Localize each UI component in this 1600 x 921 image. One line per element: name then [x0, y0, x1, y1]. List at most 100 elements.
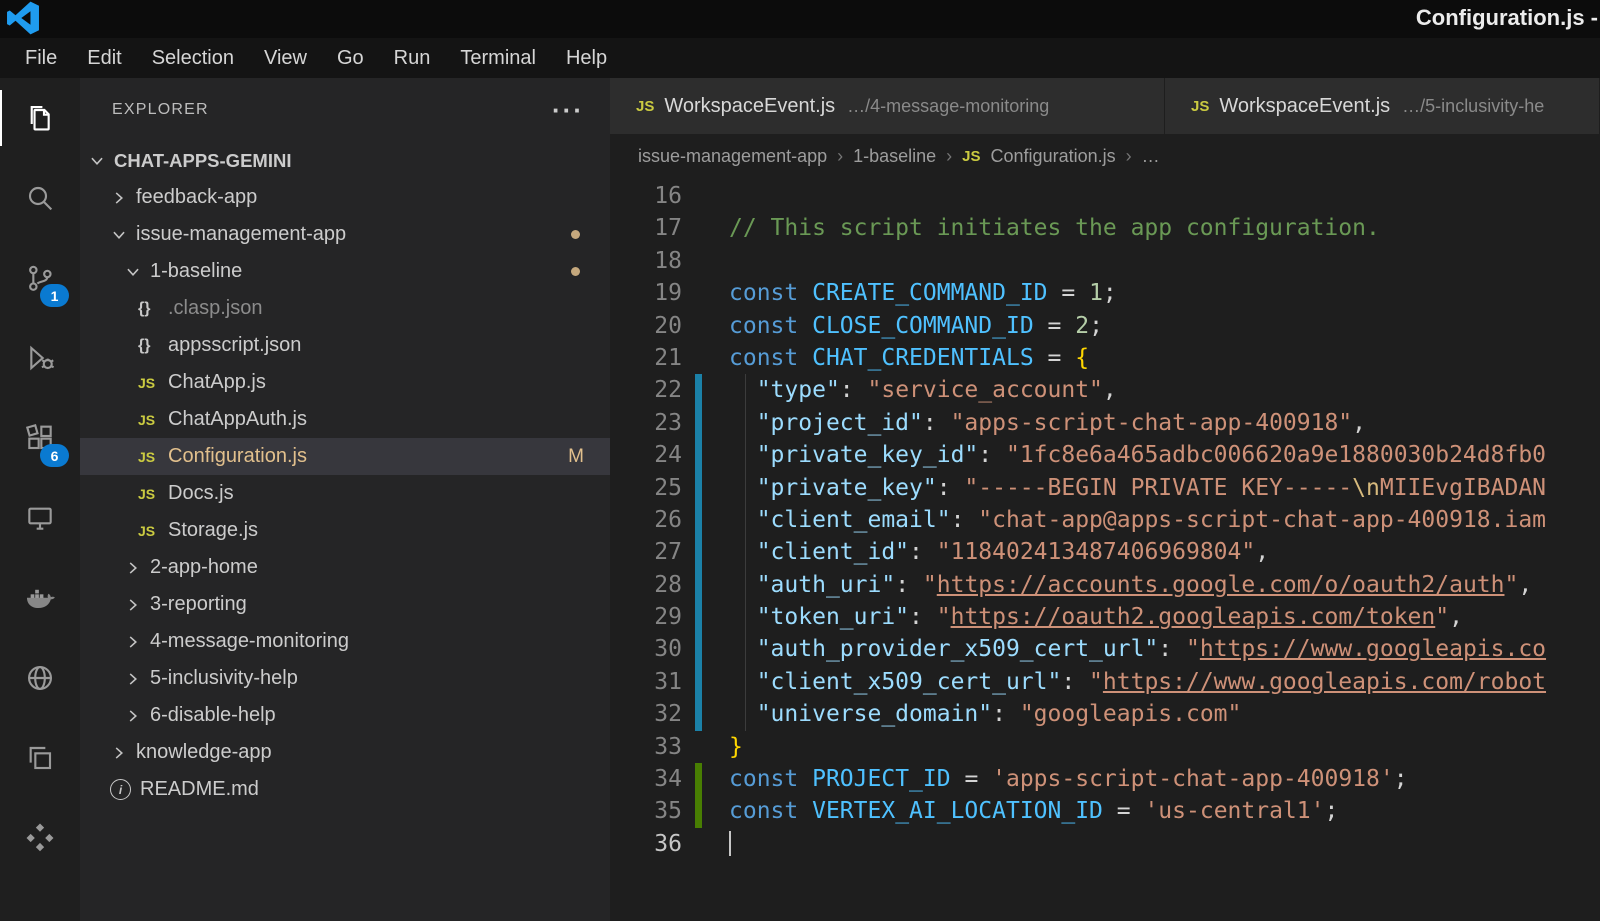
- code-line-18[interactable]: 18: [610, 245, 1600, 277]
- code-line-19[interactable]: 19const CREATE_COMMAND_ID = 1;: [610, 277, 1600, 309]
- code-line-34[interactable]: 34const PROJECT_ID = 'apps-script-chat-a…: [610, 763, 1600, 795]
- activity-search[interactable]: [0, 158, 80, 238]
- tree-item-4-message-monitoring[interactable]: 4-message-monitoring: [80, 623, 610, 660]
- code-line-20[interactable]: 20const CLOSE_COMMAND_ID = 2;: [610, 310, 1600, 342]
- tab-description: …/4-message-monitoring: [847, 96, 1049, 117]
- code-line-27[interactable]: 27 "client_id": "118402413487406969804",: [610, 536, 1600, 568]
- js-file-icon: JS: [636, 98, 654, 115]
- code-token: ": [1435, 604, 1449, 630]
- code-token: CREATE_COMMAND_ID: [812, 280, 1047, 306]
- js-file-icon: JS: [138, 523, 155, 539]
- tree-item-configuration.js[interactable]: JSConfiguration.jsM: [80, 438, 610, 475]
- tree-item-2-app-home[interactable]: 2-app-home: [80, 549, 610, 586]
- breadcrumb-configuration.js[interactable]: JSConfiguration.js: [962, 146, 1115, 167]
- tree-item-5-inclusivity-help[interactable]: 5-inclusivity-help: [80, 660, 610, 697]
- tree-item-6-disable-help[interactable]: 6-disable-help: [80, 697, 610, 734]
- breadcrumb-label: issue-management-app: [638, 146, 827, 167]
- tree-item-readme.md[interactable]: iREADME.md: [80, 771, 610, 808]
- tab-description: …/5-inclusivity-he: [1402, 96, 1544, 117]
- tree-item-.clasp.json[interactable]: {}.clasp.json: [80, 290, 610, 327]
- menu-selection[interactable]: Selection: [137, 38, 249, 78]
- code-line-22[interactable]: 22 "type": "service_account",: [610, 374, 1600, 406]
- chevron-right-icon[interactable]: [124, 595, 150, 615]
- code-token: const: [729, 798, 798, 824]
- code-token: "type": [757, 377, 840, 403]
- tree-item-chatapp.js[interactable]: JSChatApp.js: [80, 364, 610, 401]
- code-line-30[interactable]: 30 "auth_provider_x509_cert_url": "https…: [610, 633, 1600, 665]
- tree-item-issue-management-app[interactable]: issue-management-app: [80, 216, 610, 253]
- code-token: :: [923, 410, 951, 436]
- gutter-change-bar: [695, 212, 702, 244]
- editor-area: JSWorkspaceEvent.js…/4-message-monitorin…: [610, 78, 1600, 921]
- code-area[interactable]: 1617// This script initiates the app con…: [610, 178, 1600, 921]
- chevron-right-icon[interactable]: [124, 706, 150, 726]
- tree-item-knowledge-app[interactable]: knowledge-app: [80, 734, 610, 771]
- code-line-21[interactable]: 21const CHAT_CREDENTIALS = {: [610, 342, 1600, 374]
- tab-workspaceevent.js-1[interactable]: JSWorkspaceEvent.js…/4-message-monitorin…: [610, 78, 1165, 134]
- chevron-down-icon[interactable]: [88, 151, 114, 171]
- code-line-28[interactable]: 28 "auth_uri": "https://accounts.google.…: [610, 569, 1600, 601]
- code-line-35[interactable]: 35const VERTEX_AI_LOCATION_ID = 'us-cent…: [610, 795, 1600, 827]
- tree-item-docs.js[interactable]: JSDocs.js: [80, 475, 610, 512]
- line-number: 20: [610, 310, 682, 342]
- activity-globe[interactable]: [0, 638, 80, 718]
- code-line-36[interactable]: 36: [610, 828, 1600, 860]
- tree-item-chatappauth.js[interactable]: JSChatAppAuth.js: [80, 401, 610, 438]
- activity-remote-explorer[interactable]: [0, 478, 80, 558]
- chevron-right-icon[interactable]: [124, 632, 150, 652]
- gutter-change-bar: [695, 698, 702, 730]
- code-token: [729, 604, 757, 630]
- menu-help[interactable]: Help: [551, 38, 622, 78]
- tab-workspaceevent.js-2[interactable]: JSWorkspaceEvent.js…/5-inclusivity-he: [1165, 78, 1600, 134]
- breadcrumb-1-baseline[interactable]: 1-baseline: [853, 146, 936, 167]
- code-line-32[interactable]: 32 "universe_domain": "googleapis.com": [610, 698, 1600, 730]
- code-token: :: [1158, 636, 1186, 662]
- activity-extensions[interactable]: 6: [0, 398, 80, 478]
- menu-run[interactable]: Run: [379, 38, 446, 78]
- gutter-change-bar: [695, 828, 702, 860]
- chevron-right-icon[interactable]: [124, 669, 150, 689]
- code-line-31[interactable]: 31 "client_x509_cert_url": "https://www.…: [610, 666, 1600, 698]
- code-token: CHAT_CREDENTIALS: [812, 345, 1034, 371]
- activity-explorer[interactable]: [0, 78, 80, 158]
- code-token: ,: [1255, 539, 1269, 565]
- code-line-16[interactable]: 16: [610, 180, 1600, 212]
- tree-item-chat-apps-gemini[interactable]: CHAT-APPS-GEMINI: [80, 142, 610, 179]
- tree-item-1-baseline[interactable]: 1-baseline: [80, 253, 610, 290]
- chevron-right-icon[interactable]: [124, 558, 150, 578]
- code-line-26[interactable]: 26 "client_email": "chat-app@apps-script…: [610, 504, 1600, 536]
- breadcrumb-issue-management-app[interactable]: issue-management-app: [638, 146, 827, 167]
- menu-edit[interactable]: Edit: [72, 38, 136, 78]
- code-line-29[interactable]: 29 "token_uri": "https://oauth2.googleap…: [610, 601, 1600, 633]
- breadcrumb--[interactable]: …: [1142, 146, 1160, 167]
- menu-terminal[interactable]: Terminal: [445, 38, 551, 78]
- tree-item-3-reporting[interactable]: 3-reporting: [80, 586, 610, 623]
- tree-item-appsscript.json[interactable]: {}appsscript.json: [80, 327, 610, 364]
- menu-go[interactable]: Go: [322, 38, 379, 78]
- tree-item-feedback-app[interactable]: feedback-app: [80, 179, 610, 216]
- activity-windows[interactable]: [0, 718, 80, 798]
- code-line-25[interactable]: 25 "private_key": "-----BEGIN PRIVATE KE…: [610, 472, 1600, 504]
- code-line-33[interactable]: 33}: [610, 731, 1600, 763]
- chevron-right-icon[interactable]: [110, 188, 136, 208]
- activity-source-control[interactable]: 1: [0, 238, 80, 318]
- activity-diamond-grid[interactable]: [0, 798, 80, 878]
- activity-docker[interactable]: [0, 558, 80, 638]
- more-actions-button[interactable]: ···: [552, 105, 584, 115]
- activity-run-debug[interactable]: [0, 318, 80, 398]
- code-line-17[interactable]: 17// This script initiates the app confi…: [610, 212, 1600, 244]
- menu-view[interactable]: View: [249, 38, 322, 78]
- chevron-down-icon[interactable]: [110, 225, 136, 245]
- code-line-23[interactable]: 23 "project_id": "apps-script-chat-app-4…: [610, 407, 1600, 439]
- json-file-icon: {}: [138, 300, 150, 318]
- code-line-24[interactable]: 24 "private_key_id": "1fc8e6a465adbc0066…: [610, 439, 1600, 471]
- gutter-change-bar: [695, 569, 702, 601]
- gutter-change-bar: [695, 245, 702, 277]
- code-token: :: [978, 442, 1006, 468]
- chevron-down-icon[interactable]: [124, 262, 150, 282]
- chevron-right-icon[interactable]: [110, 743, 136, 763]
- gutter-change-bar: [695, 633, 702, 665]
- tree-item-storage.js[interactable]: JSStorage.js: [80, 512, 610, 549]
- menu-file[interactable]: File: [10, 38, 72, 78]
- js-file-icon: JS: [138, 449, 168, 465]
